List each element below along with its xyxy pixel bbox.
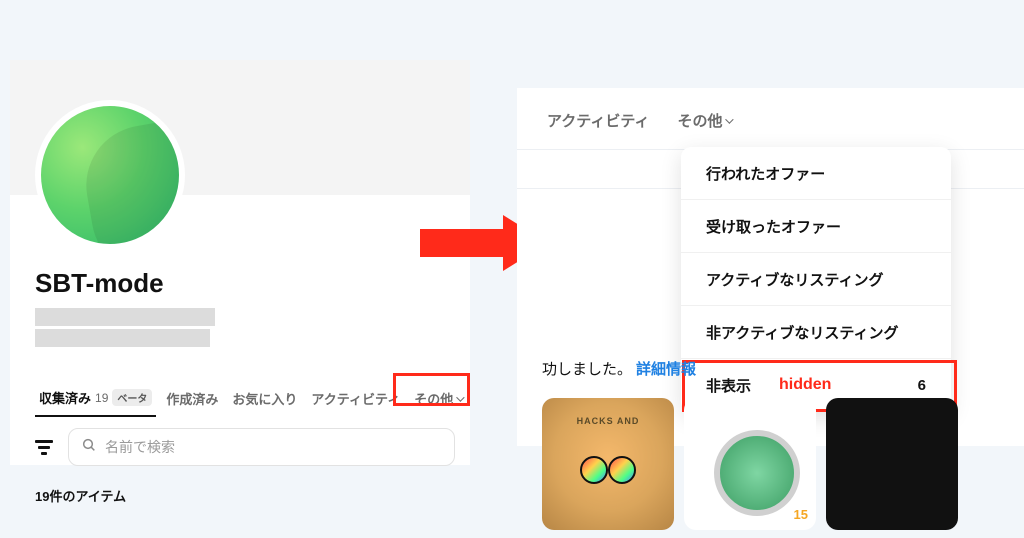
- right-tab-more[interactable]: その他: [677, 110, 731, 131]
- right-tabs: アクティビティ その他: [517, 88, 1024, 150]
- more-dropdown: 行われたオファー 受け取ったオファー アクティブなリスティング 非アクティブなリ…: [681, 147, 951, 412]
- tab-collected-label: 収集済み: [39, 388, 91, 407]
- chevron-down-icon: [726, 115, 734, 123]
- redacted-line-2: [35, 329, 210, 347]
- thumbnail-3[interactable]: [826, 398, 958, 530]
- tab-activity[interactable]: アクティビティ: [307, 381, 404, 416]
- tab-collected[interactable]: 収集済み 19 ベータ: [35, 380, 156, 417]
- dropdown-offers-received[interactable]: 受け取ったオファー: [681, 200, 951, 253]
- dropdown-offers-received-label: 受け取ったオファー: [706, 216, 841, 237]
- tab-collected-count: 19: [95, 391, 108, 405]
- search-box[interactable]: [68, 428, 455, 466]
- redacted-line-1: [35, 308, 215, 326]
- beta-badge: ベータ: [112, 389, 152, 406]
- dropdown-offers-made[interactable]: 行われたオファー: [681, 147, 951, 200]
- avatar[interactable]: [35, 100, 185, 250]
- details-link[interactable]: 詳細情報: [636, 358, 696, 379]
- right-tab-more-label: その他: [677, 110, 722, 131]
- item-count: 19件のアイテム: [35, 486, 126, 505]
- dropdown-hidden-label: 非表示: [706, 375, 751, 396]
- dropdown-inactive-listings-label: 非アクティブなリスティング: [706, 322, 898, 343]
- tab-favorite[interactable]: お気に入り: [228, 381, 301, 416]
- profile-panel: SBT-mode 収集済み 19 ベータ 作成済み お気に入り アクティビティ …: [10, 60, 470, 465]
- dropdown-active-listings-label: アクティブなリスティング: [706, 269, 883, 290]
- tab-created-label: 作成済み: [166, 389, 218, 408]
- highlight-box-more: [393, 373, 470, 406]
- dropdown-hidden-count: 6: [918, 377, 926, 394]
- tab-activity-label: アクティビティ: [311, 389, 400, 408]
- right-tab-activity[interactable]: アクティビティ: [547, 110, 649, 131]
- filter-icon[interactable]: [35, 440, 53, 454]
- search-icon: [81, 437, 97, 458]
- tab-favorite-label: お気に入り: [232, 389, 297, 408]
- tab-created[interactable]: 作成済み: [162, 381, 222, 416]
- search-row: [35, 428, 455, 466]
- thumbnail-1[interactable]: [542, 398, 674, 530]
- dropdown-offers-made-label: 行われたオファー: [706, 163, 825, 184]
- collection-thumbnails: 15: [542, 398, 1024, 533]
- thumbnail-2-number: 15: [794, 507, 808, 522]
- profile-tabs: 収集済み 19 ベータ 作成済み お気に入り アクティビティ その他: [35, 380, 470, 417]
- search-input[interactable]: [105, 439, 442, 455]
- glasses-icon: [580, 456, 636, 482]
- username: SBT-mode: [35, 268, 164, 299]
- success-row: 功しました。 詳細情報: [542, 358, 696, 379]
- dropdown-panel: アクティビティ その他 行われたオファー 受け取ったオファー アクティブなリステ…: [517, 88, 1024, 446]
- thumbnail-2[interactable]: 15: [684, 398, 816, 530]
- hidden-annotation: hidden: [779, 376, 831, 394]
- dropdown-active-listings[interactable]: アクティブなリスティング: [681, 253, 951, 306]
- success-text: 功しました。: [542, 358, 632, 379]
- dropdown-inactive-listings[interactable]: 非アクティブなリスティング: [681, 306, 951, 359]
